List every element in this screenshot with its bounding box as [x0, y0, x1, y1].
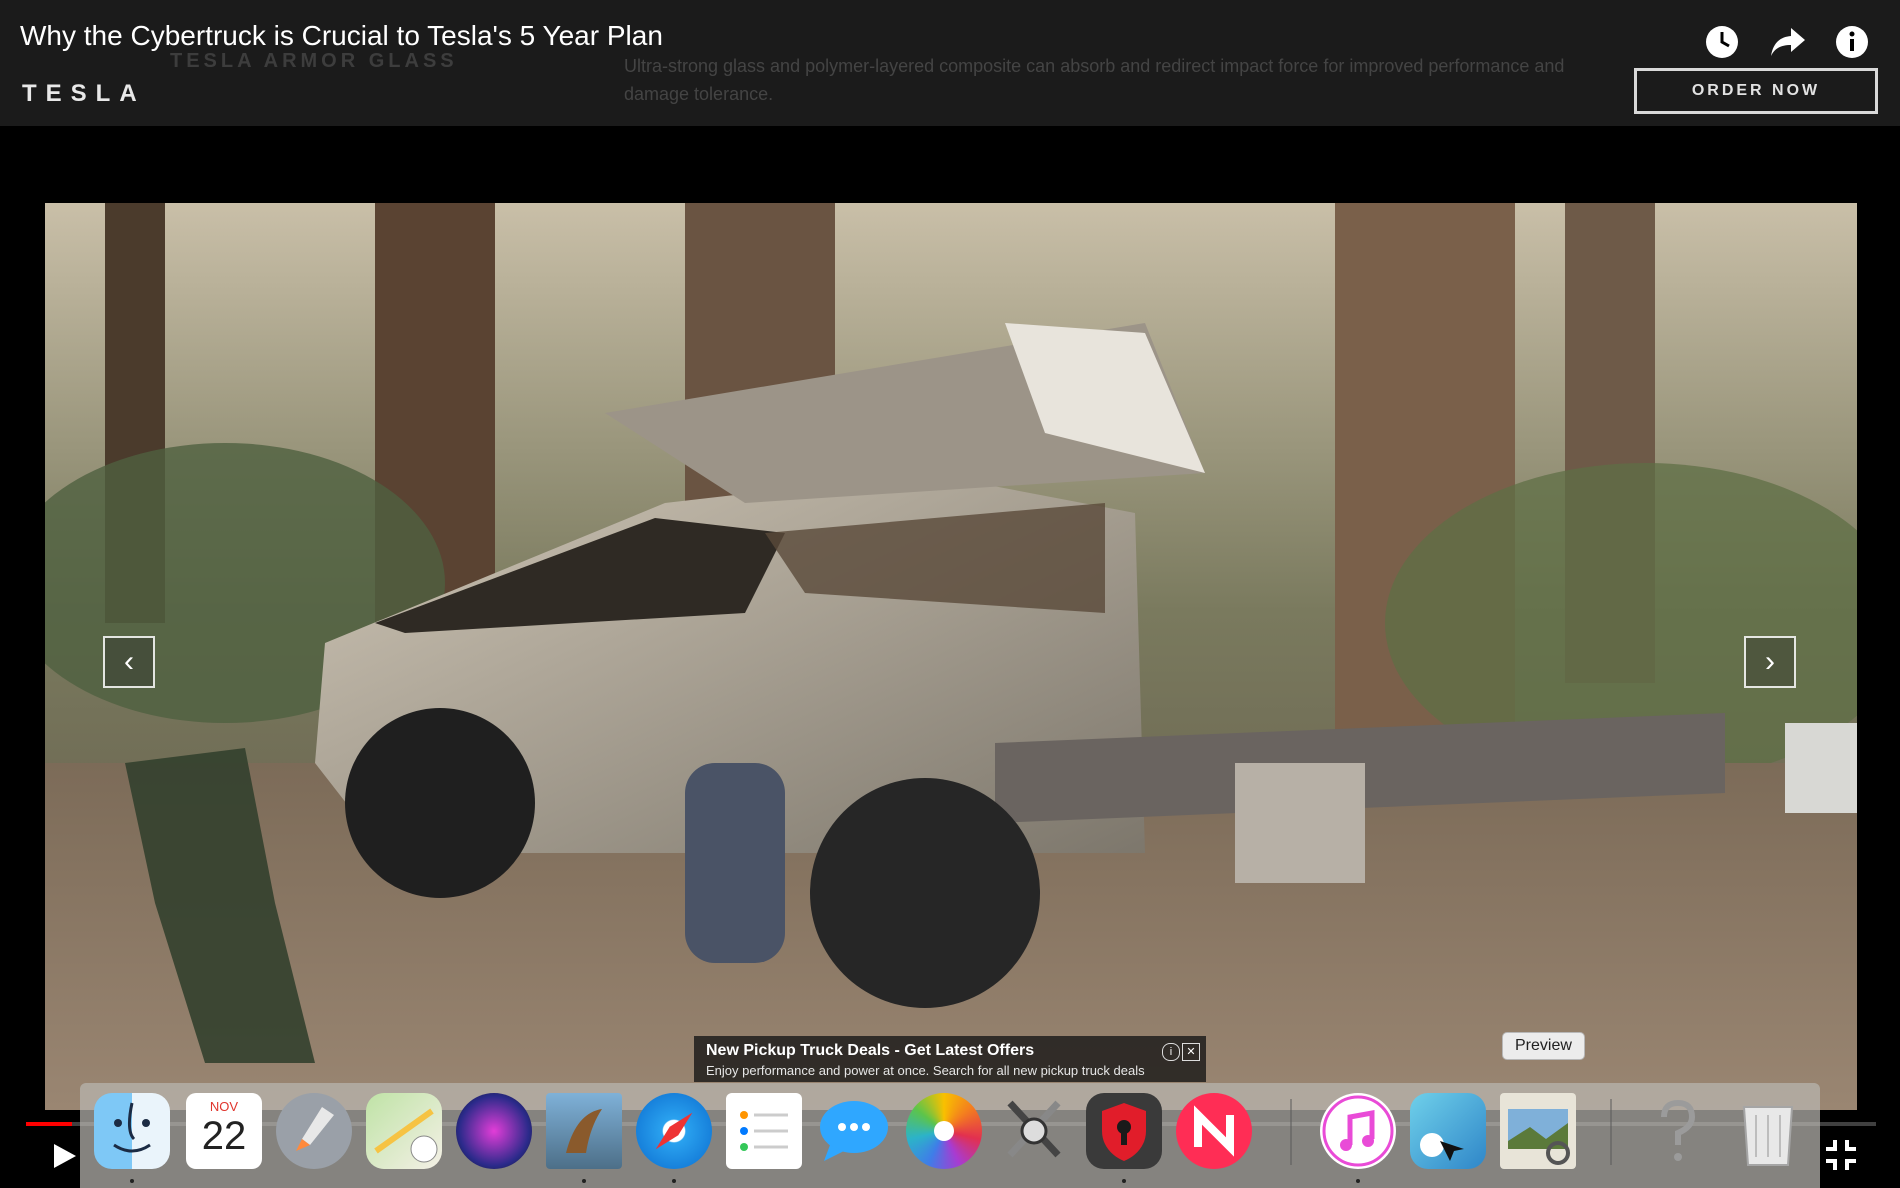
maps-icon[interactable] — [366, 1093, 442, 1169]
exit-fullscreen-icon[interactable] — [1824, 1138, 1858, 1177]
mail-icon[interactable] — [546, 1093, 622, 1169]
gallery-prev-arrow[interactable]: ‹ — [103, 636, 155, 688]
news-icon[interactable] — [1176, 1093, 1252, 1169]
security-running-dot — [1122, 1179, 1126, 1183]
gallery-next-arrow[interactable]: › — [1744, 636, 1796, 688]
info-icon[interactable] — [1832, 22, 1872, 62]
system-preferences-icon[interactable] — [996, 1093, 1072, 1169]
video-progress-fill — [26, 1122, 73, 1126]
faded-heading: TESLA ARMOR GLASS — [170, 50, 458, 72]
dock-separator — [1290, 1099, 1292, 1165]
finder-running-dot — [130, 1179, 134, 1183]
video-title[interactable]: Why the Cybertruck is Crucial to Tesla's… — [20, 20, 663, 52]
calendar-icon[interactable]: NOV 22 — [186, 1093, 262, 1169]
preview-icon[interactable] — [1500, 1093, 1576, 1169]
share-icon[interactable] — [1768, 22, 1808, 62]
security-shield-icon[interactable] — [1086, 1093, 1162, 1169]
messages-icon[interactable] — [816, 1093, 892, 1169]
trash-icon[interactable] — [1730, 1093, 1806, 1169]
order-now-button[interactable]: ORDER NOW — [1634, 68, 1878, 114]
siri-icon[interactable] — [456, 1093, 532, 1169]
clock-icon[interactable] — [1702, 22, 1742, 62]
cybertruck-photo — [45, 203, 1857, 1110]
faded-description: Ultra-strong glass and polymer-layered c… — [624, 56, 1565, 104]
tesla-logo[interactable]: TESLA — [22, 80, 146, 108]
calendar-month: NOV — [209, 1099, 239, 1114]
ad-banner[interactable]: New Pickup Truck Deals - Get Latest Offe… — [694, 1036, 1206, 1082]
mail-running-dot — [582, 1179, 586, 1183]
safari-running-dot — [672, 1179, 676, 1183]
photos-icon[interactable] — [906, 1093, 982, 1169]
help-icon[interactable] — [1640, 1093, 1716, 1169]
music-running-dot — [1356, 1179, 1360, 1183]
safari-icon[interactable] — [636, 1093, 712, 1169]
ad-close-icon[interactable]: ✕ — [1182, 1043, 1200, 1061]
finder-icon[interactable] — [94, 1093, 170, 1169]
ad-description: Enjoy performance and power at once. Sea… — [706, 1063, 1145, 1078]
preview-screen-icon[interactable] — [1410, 1093, 1486, 1169]
calendar-day: 22 — [201, 1114, 247, 1158]
dock-tooltip: Preview — [1502, 1032, 1585, 1060]
reminders-icon[interactable] — [726, 1093, 802, 1169]
launchpad-icon[interactable] — [276, 1093, 352, 1169]
ad-info-icon[interactable]: i — [1162, 1043, 1180, 1061]
dock-separator-2 — [1610, 1099, 1612, 1165]
music-icon[interactable] — [1320, 1093, 1396, 1169]
macos-dock: NOV 22 — [80, 1083, 1820, 1188]
play-icon[interactable] — [50, 1140, 78, 1177]
ad-title[interactable]: New Pickup Truck Deals - Get Latest Offe… — [706, 1042, 1034, 1060]
